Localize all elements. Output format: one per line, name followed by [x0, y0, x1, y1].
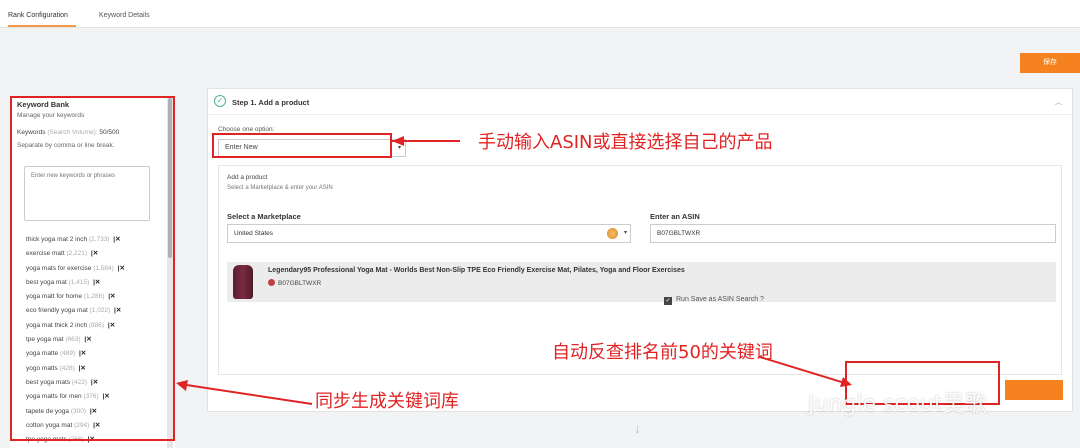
tab-rank-configuration[interactable]: Rank Configuration: [8, 12, 68, 19]
product-row[interactable]: Legendary95 Professional Yoga Mat - Worl…: [227, 262, 1056, 302]
top-tab-bar: Rank Configuration Keyword Details: [0, 0, 1080, 28]
checkbox-icon: ✓: [664, 297, 672, 305]
annotation-left: 同步生成关键词库: [315, 391, 459, 412]
product-title: Legendary95 Professional Yoga Mat - Worl…: [268, 267, 685, 274]
step-header[interactable]: ✓ Step 1. Add a product ︿: [208, 89, 1072, 115]
marketplace-label: Select a Marketplace: [227, 212, 301, 221]
annotation-middle: 自动反查排名前50的关键词: [552, 342, 773, 363]
arrow-down-icon: ↓: [634, 420, 641, 436]
us-flag-icon: [268, 279, 275, 286]
product-image: [233, 265, 253, 299]
keyword-bank-highlight: [10, 96, 175, 441]
product-asin: B07GBLTWXR: [268, 279, 321, 287]
asin-label: Enter an ASIN: [650, 212, 700, 221]
add-product-title: Add a product: [227, 174, 268, 181]
caret-down-icon: ▾: [623, 230, 627, 236]
marketplace-select[interactable]: United States ▾: [227, 224, 631, 243]
wechat-icon: [780, 389, 804, 409]
next-button[interactable]: [1005, 380, 1063, 400]
save-asin-label: Run Save as ASIN Search ?: [676, 296, 764, 303]
chevron-up-icon[interactable]: ︿: [1055, 97, 1062, 107]
asin-input[interactable]: B07GBLTWXR: [650, 224, 1056, 243]
option-highlight: [212, 133, 392, 158]
add-product-subtitle: Select a Marketplace & enter your ASIN: [227, 185, 333, 191]
save-asin-checkbox[interactable]: ✓ Run Save as ASIN Search ?: [664, 296, 764, 305]
choose-option-label: Choose one option:: [218, 126, 275, 133]
caret-down-icon: ▾: [397, 145, 401, 151]
us-flag-icon: [607, 228, 618, 239]
marketplace-value: United States: [234, 230, 274, 237]
save-button[interactable]: 保存: [1020, 53, 1080, 73]
product-asin-value: B07GBLTWXR: [278, 280, 322, 287]
check-circle-icon: ✓: [214, 95, 226, 107]
watermark: Jungle scout吴歌: [808, 392, 987, 417]
step-title: Step 1. Add a product: [232, 98, 310, 107]
active-tab-indicator: [8, 25, 76, 27]
tab-keyword-details[interactable]: Keyword Details: [99, 12, 150, 19]
annotation-top: 手动输入ASIN或直接选择自己的产品: [478, 132, 773, 153]
